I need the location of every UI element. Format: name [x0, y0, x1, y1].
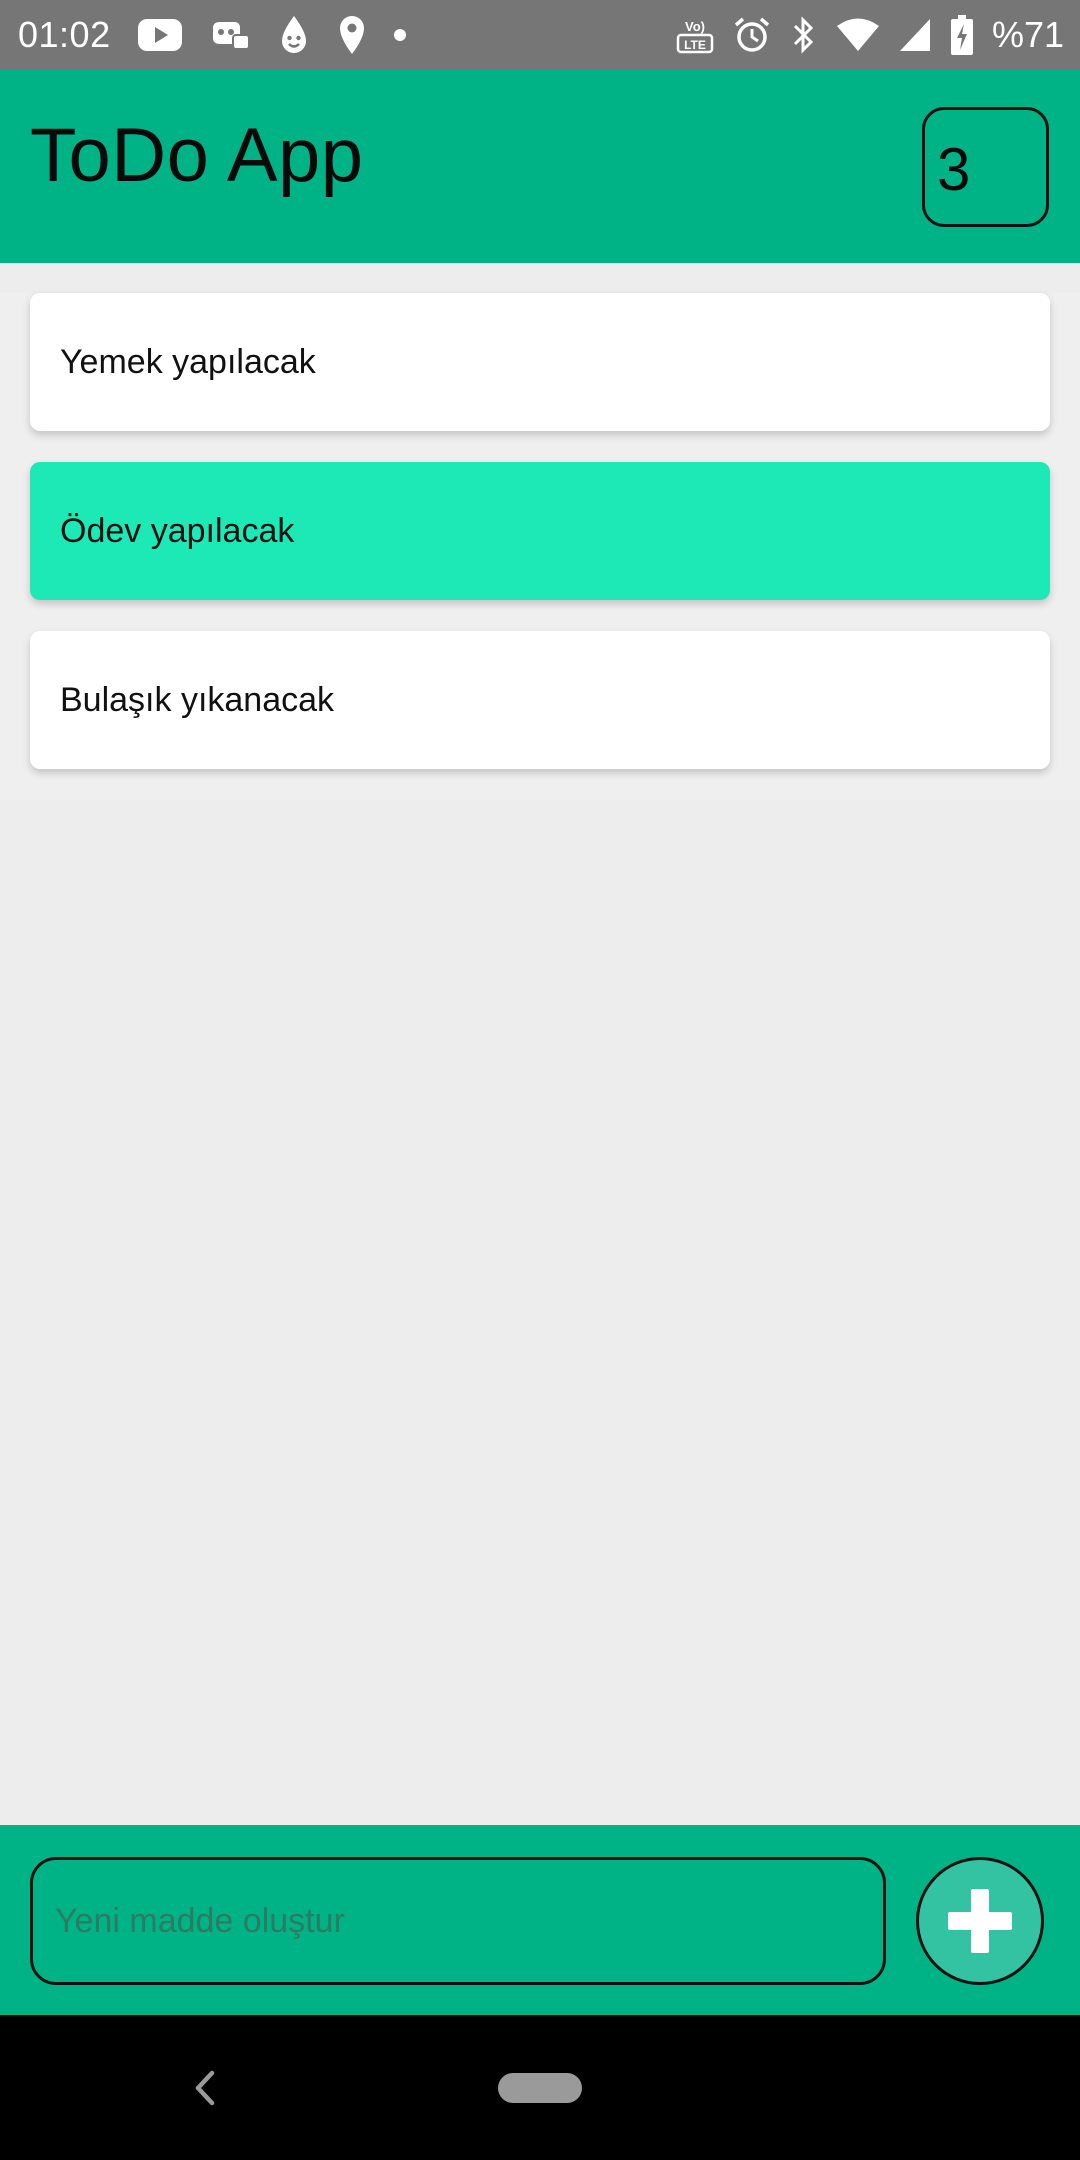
back-icon[interactable] — [192, 2069, 218, 2112]
status-right: Vo) LTE %71 — [676, 14, 1064, 56]
alarm-icon — [732, 15, 772, 55]
new-item-input[interactable] — [30, 1857, 886, 1985]
battery-percentage: %71 — [991, 14, 1064, 55]
todo-list: Yemek yapılacak Ödev yapılacak Bulaşık y… — [0, 293, 1080, 800]
status-left: 01:02 — [18, 14, 433, 56]
svg-text:LTE: LTE — [684, 38, 706, 52]
todo-item-text: Yemek yapılacak — [60, 342, 316, 381]
system-nav-bar — [0, 2015, 1080, 2160]
game-controller-icon — [209, 18, 251, 52]
status-bar: 01:02 Vo) LTE %71 — [0, 0, 1080, 70]
app-bar: ToDo App 3 — [0, 70, 1080, 263]
todo-item-text: Ödev yapılacak — [60, 511, 295, 550]
home-pill-button[interactable] — [498, 2073, 582, 2103]
input-bar — [0, 1825, 1080, 2015]
bluetooth-icon — [790, 15, 818, 55]
todo-item-1[interactable]: Ödev yapılacak — [30, 462, 1050, 600]
app-title: ToDo App — [30, 113, 364, 198]
add-button[interactable] — [916, 1857, 1044, 1985]
todo-item-0[interactable]: Yemek yapılacak — [30, 293, 1050, 431]
drop-icon — [277, 14, 311, 56]
todo-item-2[interactable]: Bulaşık yıkanacak — [30, 631, 1050, 769]
wifi-icon — [836, 17, 880, 53]
status-time: 01:02 — [18, 14, 111, 55]
notification-dot-icon — [393, 28, 407, 42]
location-pin-icon — [337, 14, 367, 56]
volte-icon: Vo) LTE — [676, 15, 714, 55]
signal-icon — [898, 17, 932, 53]
todo-count-badge: 3 — [922, 107, 1049, 227]
youtube-icon — [137, 18, 183, 52]
svg-text:Vo): Vo) — [685, 19, 705, 34]
battery-charging-icon — [950, 14, 974, 56]
app-root: 01:02 Vo) LTE %71 ToDo App 3 Yemek yapıl… — [0, 0, 1080, 2160]
plus-icon — [948, 1889, 1012, 1953]
todo-item-text: Bulaşık yıkanacak — [60, 680, 335, 719]
